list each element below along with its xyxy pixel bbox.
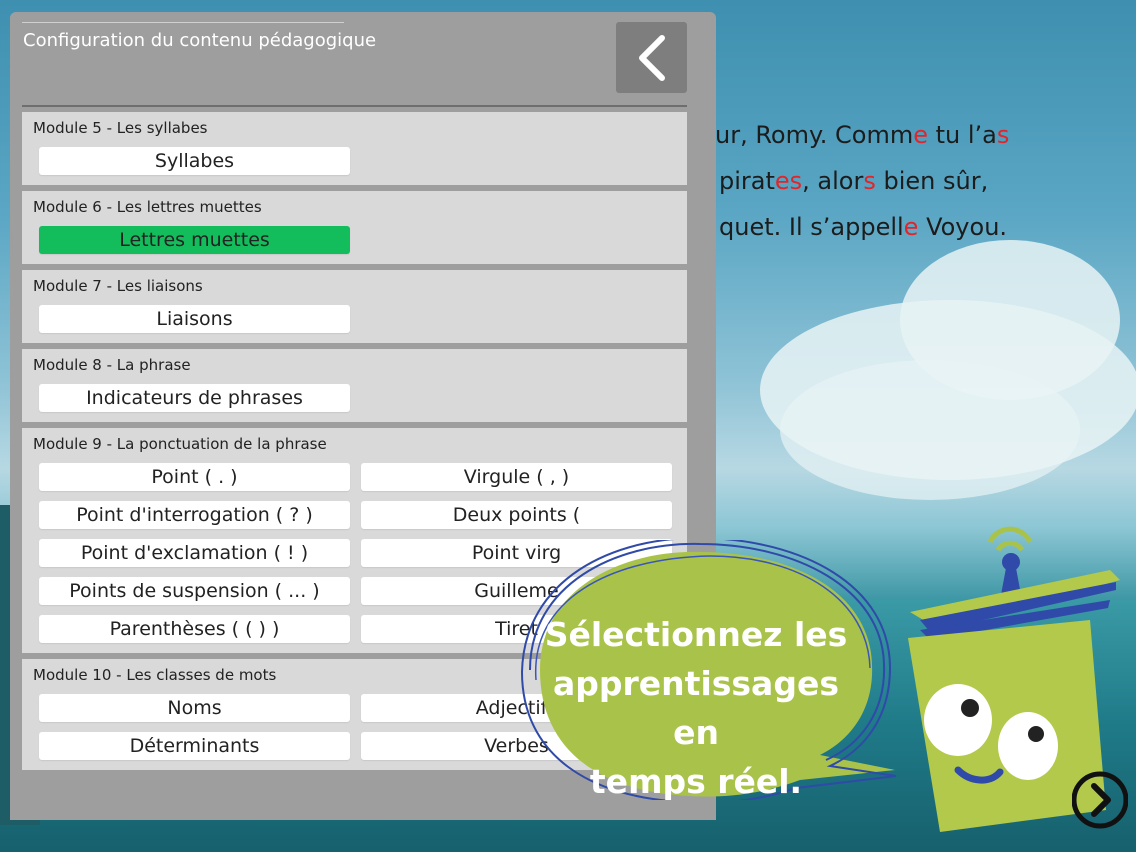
module-section: Module 8 - La phrase Indicateurs de phras… [22, 349, 687, 422]
back-button[interactable] [616, 22, 687, 93]
story-segment: tu l’a [928, 121, 997, 149]
story-segment: pirat [719, 167, 775, 195]
chevron-left-icon [639, 35, 665, 81]
promo-line: temps réel. [589, 762, 803, 801]
module-title: Module 6 - Les lettres muettes [33, 198, 262, 216]
option-toggle[interactable]: Point d'exclamation ( ! ) [39, 539, 350, 567]
story-line-1: ur, Romy. Comme tu l’as [715, 112, 1135, 158]
story-line-2: pirates, alors bien sûr, [719, 158, 1135, 204]
story-segment: quet. Il s’appell [719, 213, 904, 241]
story-segment: Voyou. [918, 213, 1008, 241]
option-toggle[interactable]: Point d'interrogation ( ? ) [39, 501, 350, 529]
promo-line: Sélectionnez les [544, 615, 848, 654]
story-line-3: quet. Il s’appelle Voyou. [719, 204, 1135, 250]
module-options: Lettres muettes [22, 222, 687, 264]
option-toggle[interactable]: Parenthèses ( ( ) ) [39, 615, 350, 643]
divider [22, 22, 344, 23]
option-toggle[interactable]: Liaisons [39, 305, 350, 333]
option-toggle[interactable]: Lettres muettes [39, 226, 350, 254]
story-segment: e [903, 213, 919, 241]
module-title: Module 8 - La phrase [33, 356, 191, 374]
option-toggle[interactable]: Noms [39, 694, 350, 722]
module-section: Module 5 - Les syllabes Syllabes [22, 112, 687, 185]
module-title: Module 5 - Les syllabes [33, 119, 208, 137]
story-segment: bien sûr, [875, 167, 989, 195]
cloud [780, 360, 1080, 500]
option-toggle[interactable]: Indicateurs de phrases [39, 384, 350, 412]
option-toggle[interactable]: Point ( . ) [39, 463, 350, 491]
next-page-button[interactable] [1072, 760, 1128, 836]
option-toggle[interactable]: Déterminants [39, 732, 350, 760]
promo-text: Sélectionnez les apprentissages en temps… [526, 610, 866, 806]
panel-title: Configuration du contenu pédagogique [23, 30, 377, 51]
module-title: Module 9 - La ponctuation de la phrase [33, 435, 327, 453]
chevron-right-icon [1091, 783, 1111, 817]
story-text: ur, Romy. Comme tu l’as pirates, alors b… [715, 112, 1135, 250]
promo-line: apprentissages en [553, 664, 839, 752]
option-toggle[interactable]: Syllabes [39, 147, 350, 175]
module-options: Indicateurs de phrases [22, 380, 687, 422]
option-toggle[interactable]: Virgule ( , ) [361, 463, 672, 491]
option-toggle[interactable]: Deux points ( [361, 501, 672, 529]
module-options: Syllabes [22, 143, 687, 185]
story-segment: s [863, 167, 876, 195]
module-title: Module 7 - Les liaisons [33, 277, 203, 295]
story-segment: es [774, 167, 803, 195]
divider [22, 105, 687, 107]
story-segment: ur, Romy. Comm [715, 121, 914, 149]
story-segment: s [996, 121, 1010, 149]
option-toggle[interactable]: Points de suspension ( ... ) [39, 577, 350, 605]
module-section: Module 6 - Les lettres muettes Lettres mu… [22, 191, 687, 264]
story-segment: e [913, 121, 928, 149]
story-segment: , alor [802, 167, 864, 195]
module-section: Module 7 - Les liaisons Liaisons [22, 270, 687, 343]
module-options: Liaisons [22, 301, 687, 343]
